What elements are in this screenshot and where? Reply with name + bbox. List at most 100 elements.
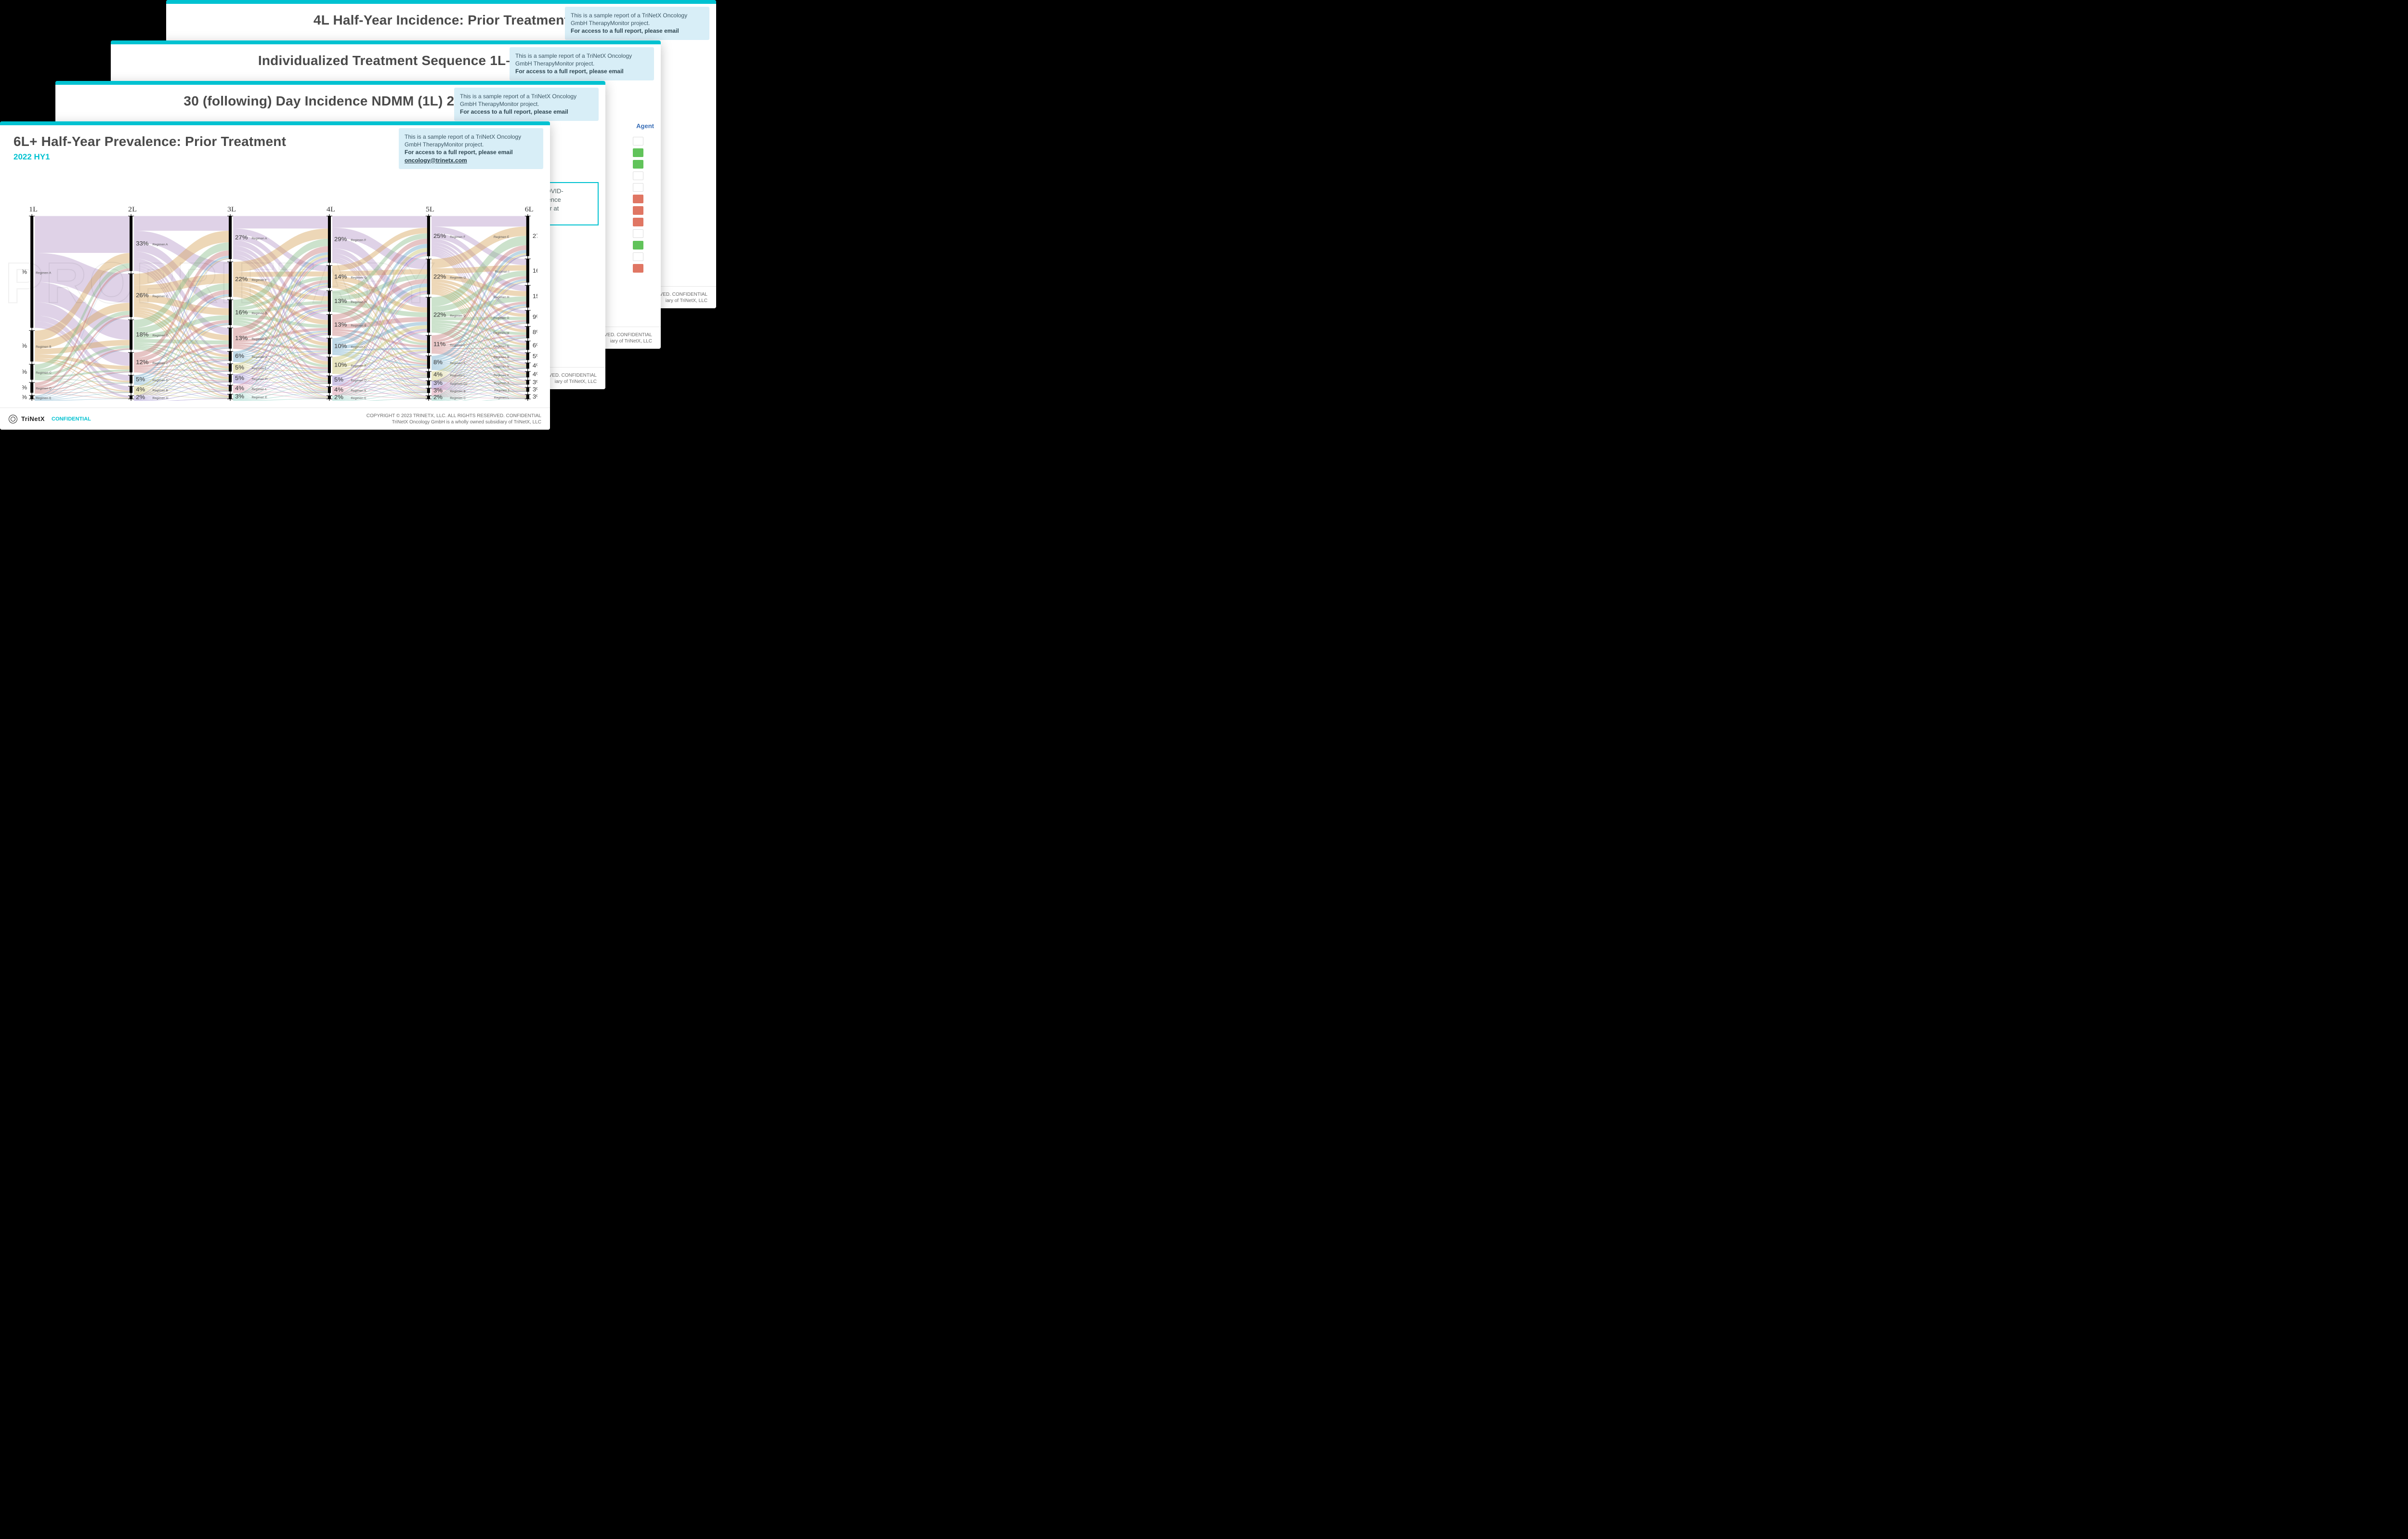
- regimen-label: Regimen L: [494, 396, 510, 400]
- regimen-label: Regimen L: [251, 388, 267, 391]
- sankey-svg: 1L65%Regimen A18%Regimen B9%Regimen C6%R…: [22, 203, 537, 401]
- stage-label: 4L: [327, 205, 335, 213]
- sankey-value-label: 10%: [334, 343, 347, 350]
- slide-footer: TriNetX CONFIDENTIAL COPYRIGHT © 2023 TR…: [0, 408, 550, 430]
- sankey-value-label: 22%: [433, 274, 446, 280]
- sankey-value-label: 3%: [533, 379, 537, 386]
- sankey-node: [130, 386, 132, 393]
- sankey-value-label: 29%: [334, 236, 347, 243]
- regimen-label: Regimen C: [251, 338, 267, 341]
- sankey-value-label: 6%: [533, 342, 537, 349]
- sankey-node: [526, 380, 529, 384]
- regimen-label: Regimen F: [351, 239, 366, 242]
- sankey-value-label: 3%: [533, 394, 537, 400]
- sankey-value-label: 4%: [334, 386, 343, 393]
- stage-label: 2L: [128, 205, 137, 213]
- regimen-label: Regimen A: [251, 237, 267, 240]
- regimen-label: Regimen B: [450, 390, 465, 394]
- footer-rights: VED. CONFIDENTIAL iary of TriNetX, LLC: [604, 332, 652, 344]
- sankey-value-label: 4%: [533, 371, 537, 378]
- sankey-value-label: 5%: [235, 375, 244, 382]
- regimen-label: Regimen I: [450, 344, 464, 347]
- notice-line-1: This is a sample report of a TriNetX Onc…: [460, 92, 593, 108]
- sankey-node: [427, 356, 430, 369]
- regimen-label: Regimen D: [494, 345, 510, 348]
- sankey-value-label: 2%: [433, 394, 443, 401]
- regimen-label: Regimen K: [494, 374, 510, 377]
- sankey-node: [328, 396, 331, 399]
- sankey-node: [229, 374, 232, 382]
- sankey-value-label: 5%: [136, 376, 145, 383]
- sankey-node: [30, 364, 33, 380]
- regimen-label: Regimen F: [450, 236, 465, 239]
- notice-line-2: For access to a full report, please emai…: [515, 68, 624, 75]
- regimen-label: Regimen M: [493, 332, 509, 335]
- regimen-label: Regimen B: [36, 345, 51, 349]
- sankey-node: [328, 216, 331, 263]
- sankey-node: [130, 353, 132, 372]
- sankey-node: [328, 315, 331, 335]
- sankey-node: [526, 371, 529, 377]
- sankey-value-label: 8%: [533, 329, 537, 336]
- sankey-value-label: 2%: [136, 394, 145, 401]
- sankey-value-label: 27%: [533, 233, 537, 239]
- sankey-node: [30, 216, 33, 328]
- regimen-label: Regimen G: [153, 334, 169, 338]
- sankey-value-label: 3%: [235, 393, 244, 400]
- regimen-label: Regimen J: [494, 389, 509, 393]
- sankey-node: [328, 386, 331, 393]
- sankey-flow: [35, 216, 131, 253]
- footer-rights: COPYRIGHT © 2023 TRINETX, LLC. ALL RIGHT…: [366, 413, 541, 425]
- sankey-value-label: 3%: [533, 386, 537, 393]
- sankey-value-label: 14%: [334, 274, 347, 280]
- sankey-node: [130, 395, 132, 399]
- regimen-label: Regimen I: [251, 367, 266, 370]
- sankey-value-label: 65%: [22, 269, 27, 276]
- regimen-label: Regimen D: [36, 387, 52, 391]
- stage-label: 3L: [227, 205, 236, 213]
- regimen-label: Regimen A: [450, 362, 466, 365]
- regimen-label: Regimen I: [351, 346, 365, 349]
- slide-topbar: [0, 121, 550, 125]
- sankey-node: [427, 259, 430, 295]
- regimen-label: Regimen A: [153, 243, 169, 246]
- sankey-flow: [332, 216, 429, 227]
- slide-topbar: [55, 81, 605, 85]
- sankey-value-label: 6%: [22, 384, 27, 391]
- sankey-node: [130, 320, 132, 350]
- swatch-red: [633, 264, 643, 273]
- regimen-label: Regimen B: [251, 312, 267, 315]
- sankey-node: [130, 375, 132, 383]
- swatch-blank: [633, 183, 643, 192]
- sankey-flow: [233, 216, 329, 228]
- notice-email[interactable]: oncology@trinetx.com: [405, 157, 467, 164]
- legend-agent: Agent: [636, 122, 654, 130]
- sankey-value-label: 11%: [433, 341, 445, 348]
- swatch-blank: [633, 229, 643, 238]
- sankey-value-label: 4%: [136, 386, 145, 393]
- sankey-value-label: 26%: [136, 292, 148, 299]
- sankey-node: [526, 395, 529, 399]
- sankey-value-label: 12%: [136, 359, 148, 366]
- sankey-chart: 1L65%Regimen A18%Regimen B9%Regimen C6%R…: [22, 203, 537, 401]
- sankey-value-label: 9%: [22, 368, 27, 375]
- sankey-node: [427, 371, 430, 378]
- sankey-node: [526, 363, 529, 368]
- sankey-node: [30, 395, 33, 399]
- regimen-label: Regimen E: [251, 396, 267, 399]
- swatch-blank: [633, 252, 643, 261]
- stage-label: 6L: [525, 205, 534, 213]
- sankey-value-label: 18%: [22, 343, 27, 350]
- regimen-label: Regimen E: [494, 236, 509, 239]
- regimen-label: Regimen E: [351, 397, 366, 400]
- sankey-node: [526, 216, 529, 256]
- regimen-label: Regimen B: [153, 389, 168, 393]
- sankey-node: [328, 357, 331, 373]
- regimen-label: Regimen H: [153, 397, 169, 400]
- sankey-node: [427, 297, 430, 333]
- sankey-value-label: 2%: [22, 394, 27, 401]
- sample-notice: This is a sample report of a TriNetX Onc…: [565, 7, 709, 40]
- regimen-label: Regimen G: [493, 316, 509, 320]
- regimen-label: Regimen K: [351, 389, 366, 393]
- sankey-node: [328, 291, 331, 312]
